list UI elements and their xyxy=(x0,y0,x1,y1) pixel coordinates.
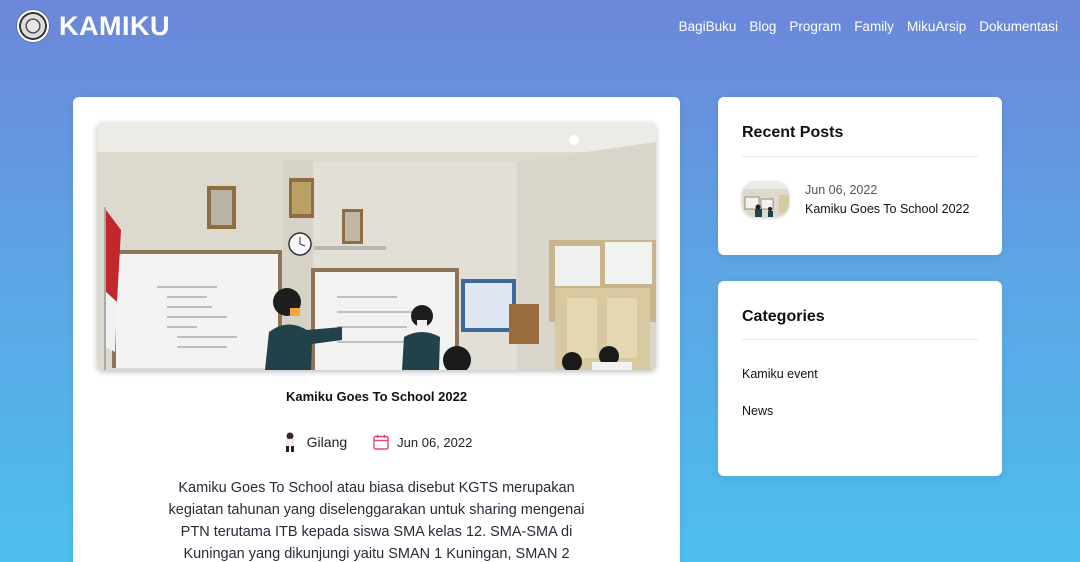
post-title[interactable]: Kamiku Goes To School 2022 xyxy=(73,389,680,404)
category-item-news[interactable]: News xyxy=(742,404,773,418)
recent-posts-widget: Recent Posts Jun 06, 2022 Kamiku Goes To… xyxy=(718,97,1002,255)
nav-item-dokumentasi[interactable]: Dokumentasi xyxy=(979,19,1058,34)
recent-post-title[interactable]: Kamiku Goes To School 2022 xyxy=(805,202,969,216)
recent-post-item[interactable]: Jun 06, 2022 Kamiku Goes To School 2022 xyxy=(742,181,969,217)
post-meta: Gilang Jun 06, 2022 xyxy=(73,431,680,453)
post-card: Kamiku Goes To School 2022 Gilang Jun 06… xyxy=(73,97,680,562)
post-featured-image xyxy=(97,122,656,370)
post-date: Jun 06, 2022 xyxy=(373,434,472,450)
post-body: Kamiku Goes To School atau biasa disebut… xyxy=(168,480,585,562)
recent-post-thumbnail[interactable] xyxy=(742,181,789,217)
post-author[interactable]: Gilang xyxy=(281,431,347,453)
recent-post-date: Jun 06, 2022 xyxy=(805,183,878,197)
post-date-text: Jun 06, 2022 xyxy=(397,434,473,450)
recent-post-text: Jun 06, 2022 Kamiku Goes To School 2022 xyxy=(805,181,969,216)
calendar-icon xyxy=(373,434,389,450)
author-name: Gilang xyxy=(306,434,348,450)
brand-name[interactable]: KAMIKU xyxy=(59,11,170,42)
kamiku-logo-icon[interactable] xyxy=(17,10,49,42)
author-avatar-icon xyxy=(285,432,294,452)
nav-item-mikuarsip[interactable]: MikuArsip xyxy=(907,19,966,34)
categories-widget: Categories Kamiku event News xyxy=(718,281,1002,476)
brand[interactable]: KAMIKU xyxy=(17,10,170,42)
recent-posts-title: Recent Posts xyxy=(742,124,844,141)
category-item-kamiku-event[interactable]: Kamiku event xyxy=(742,367,818,381)
divider xyxy=(742,156,978,157)
nav-item-bagibuku[interactable]: BagiBuku xyxy=(679,19,737,34)
nav-item-program[interactable]: Program xyxy=(789,19,841,34)
nav-item-blog[interactable]: Blog xyxy=(749,19,776,34)
nav-item-family[interactable]: Family xyxy=(854,19,894,34)
divider xyxy=(742,339,978,340)
main-nav: BagiBuku Blog Program Family MikuArsip D… xyxy=(679,19,1058,34)
categories-title: Categories xyxy=(742,308,825,325)
site-header: KAMIKU BagiBuku Blog Program Family Miku… xyxy=(0,0,1080,52)
